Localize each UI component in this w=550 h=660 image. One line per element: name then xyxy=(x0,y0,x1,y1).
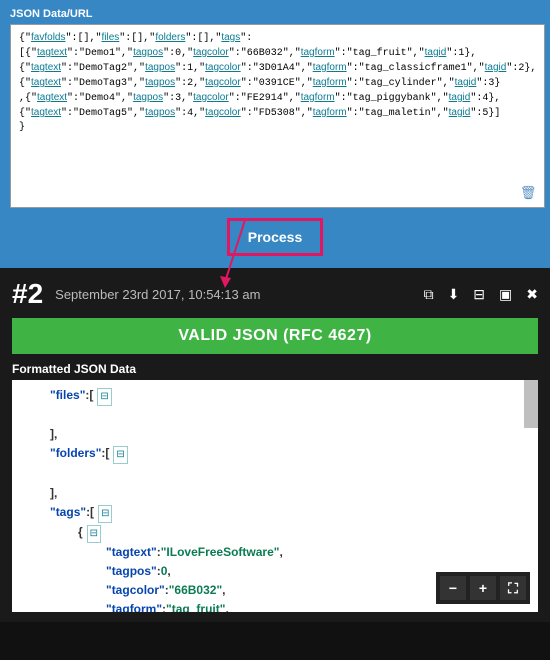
result-timestamp: September 23rd 2017, 10:54:13 am xyxy=(55,287,411,302)
json-input-wrap: {"favfolds":[],"files":[],"folders":[],"… xyxy=(10,24,545,208)
zoom-in-button[interactable]: + xyxy=(470,576,496,600)
json-input[interactable]: {"favfolds":[],"files":[],"folders":[],"… xyxy=(11,25,544,207)
scrollbar-thumb[interactable] xyxy=(524,380,538,428)
result-toolbar: ⧉ ⬇ ⊟ ▣ ✖ xyxy=(424,286,538,303)
zoom-controls: − + ⛶ xyxy=(436,572,530,604)
input-section: JSON Data/URL {"favfolds":[],"files":[],… xyxy=(0,0,550,268)
fullscreen-button[interactable]: ⛶ xyxy=(500,576,526,600)
process-button[interactable]: Process xyxy=(227,218,323,256)
copy-icon[interactable]: ⧉ xyxy=(424,286,434,303)
collapse-icon[interactable]: ⊟ xyxy=(87,525,101,543)
close-icon[interactable]: ✖ xyxy=(526,286,538,303)
minimize-icon[interactable]: ⊟ xyxy=(473,286,485,303)
collapse-icon[interactable]: ⊟ xyxy=(97,388,111,406)
collapse-icon[interactable]: ⊟ xyxy=(98,505,112,523)
result-number: #2 xyxy=(12,278,43,310)
input-label: JSON Data/URL xyxy=(10,8,540,20)
valid-json-bar: VALID JSON (RFC 4627) xyxy=(12,318,538,354)
trash-icon[interactable]: 🗑 xyxy=(520,185,537,201)
zoom-out-button[interactable]: − xyxy=(440,576,466,600)
formatted-code-panel[interactable]: "files":[⊟ ], "folders":[⊟ ], "tags":[⊟ … xyxy=(12,380,538,612)
image-icon[interactable]: ▣ xyxy=(499,286,512,303)
result-section: #2 September 23rd 2017, 10:54:13 am ⧉ ⬇ … xyxy=(0,268,550,622)
download-icon[interactable]: ⬇ xyxy=(448,286,460,303)
formatted-label: Formatted JSON Data xyxy=(12,362,538,376)
collapse-icon[interactable]: ⊟ xyxy=(113,446,127,464)
